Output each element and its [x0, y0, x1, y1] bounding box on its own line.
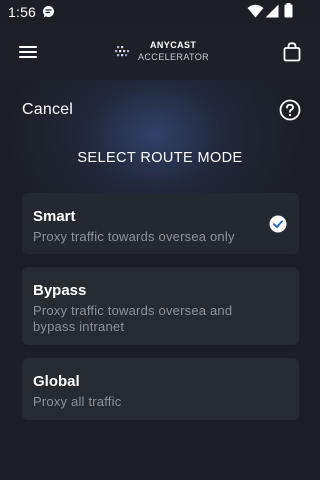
option-description: Proxy all traffic	[33, 394, 122, 409]
cancel-button[interactable]: Cancel	[22, 100, 73, 120]
brand: ANYCAST ACCELERATOR	[138, 40, 209, 63]
battery-icon	[284, 3, 293, 18]
option-name: Smart	[33, 208, 76, 225]
cart-button[interactable]	[276, 36, 308, 68]
app-header: ANYCAST ACCELERATOR	[0, 24, 320, 80]
sheet-title: SELECT ROUTE MODE	[77, 150, 243, 166]
status-time: 1:56	[8, 4, 37, 20]
option-description: Proxy traffic towards oversea only	[33, 229, 235, 244]
wifi-icon	[247, 4, 264, 18]
shopping-bag-icon	[283, 42, 301, 62]
brand-name: ANYCAST	[150, 40, 197, 50]
brand-subtitle: ACCELERATOR	[138, 52, 210, 62]
option-description: Proxy traffic towards oversea and bypass…	[33, 303, 233, 334]
option-name: Bypass	[33, 282, 87, 299]
route-option-bypass[interactable]: Bypass Proxy traffic towards oversea and…	[22, 267, 299, 345]
menu-button[interactable]	[12, 36, 44, 68]
notification-icon	[43, 6, 54, 18]
route-mode-sheet: Cancel SELECT ROUTE MODE Smart Proxy tra…	[0, 80, 320, 480]
signal-icon	[265, 4, 279, 18]
checkmark-circle-icon	[269, 215, 287, 233]
route-option-smart[interactable]: Smart Proxy traffic towards oversea only	[22, 193, 299, 254]
app-screen: 1:56 ANYCAST ACCELERATOR Cancel SELECT R…	[0, 0, 320, 480]
route-option-global[interactable]: Global Proxy all traffic	[22, 358, 299, 420]
hamburger-menu-icon	[19, 46, 37, 58]
app-logo-icon	[115, 46, 130, 57]
status-bar: 1:56	[0, 0, 320, 24]
option-name: Global	[33, 373, 80, 390]
help-circle-icon[interactable]	[279, 99, 301, 121]
